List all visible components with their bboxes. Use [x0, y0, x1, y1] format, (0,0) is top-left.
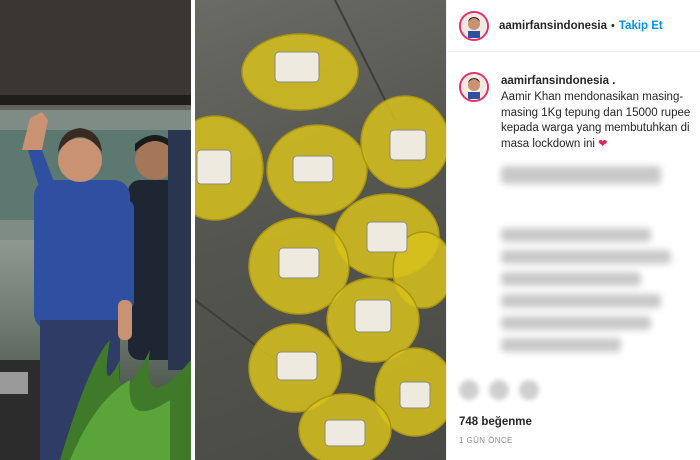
money-bags-illustration — [195, 0, 446, 460]
like-icon[interactable] — [459, 380, 479, 400]
header-separator: • — [611, 19, 615, 32]
like-count[interactable]: 748 beğenme — [459, 416, 532, 428]
avatar[interactable] — [459, 10, 489, 41]
follow-button[interactable]: Takip Et — [619, 20, 663, 32]
blurred-comment — [501, 338, 621, 352]
waving-person-illustration — [0, 0, 191, 460]
post-header: aamirfansindonesia • Takip Et — [447, 0, 700, 52]
profile-face-icon — [462, 13, 486, 38]
post-timestamp: 1 GÜN ÖNCE — [459, 436, 513, 445]
caption-avatar[interactable] — [459, 72, 489, 102]
instagram-post: aamirfansindonesia • Takip Et aamirfansi… — [0, 0, 700, 460]
comment-icon[interactable] — [489, 380, 509, 400]
action-bar — [459, 380, 695, 402]
share-icon[interactable] — [519, 380, 539, 400]
profile-face-icon — [462, 75, 486, 99]
caption-body: Aamir Khan mendonasikan masing-masing 1K… — [501, 91, 691, 150]
blurred-comment — [501, 228, 651, 242]
post-media[interactable] — [0, 0, 446, 460]
blurred-comment — [501, 166, 661, 184]
post-side-panel: aamirfansindonesia • Takip Et aamirfansi… — [446, 0, 700, 460]
caption-username[interactable]: aamirfansindonesia . — [501, 75, 615, 87]
blurred-comment — [501, 272, 641, 286]
photo-aamir-waving — [0, 0, 191, 460]
blurred-comment — [501, 316, 651, 330]
header-username[interactable]: aamirfansindonesia — [499, 20, 607, 32]
blurred-comment — [501, 250, 671, 264]
heart-icon: ❤ — [598, 137, 608, 150]
blurred-comment — [501, 294, 661, 308]
caption-text: Aamir Khan mendonasikan masing-masing 1K… — [501, 90, 697, 152]
photo-money-bags — [195, 0, 446, 460]
